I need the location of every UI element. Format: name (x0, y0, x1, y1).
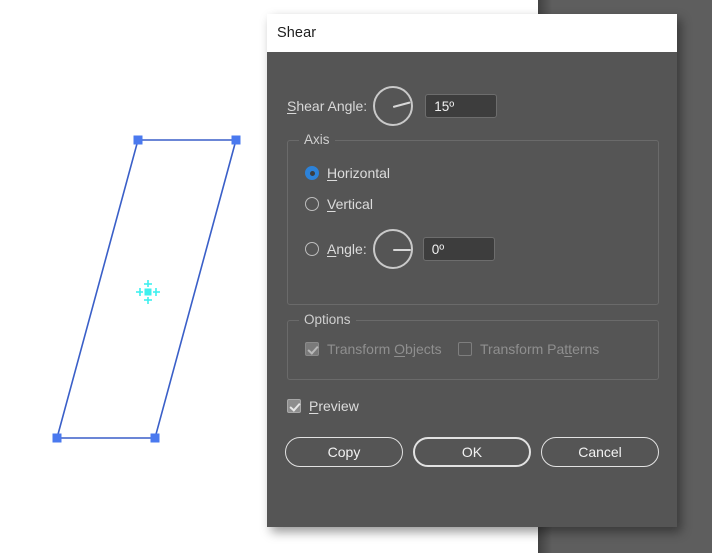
shear-angle-row: Shear Angle: (287, 86, 498, 126)
options-group-legend: Options (299, 312, 356, 327)
axis-angle-dial-needle (392, 249, 411, 251)
shear-dialog: Shear Shear Angle: Axis Horizontal (267, 14, 677, 527)
anchor-handle-2[interactable] (150, 433, 160, 443)
cancel-button[interactable]: Cancel (541, 437, 659, 467)
checkbox-transform-patterns: Transform Patterns (458, 341, 599, 357)
radio-vertical-mnemonic: V (327, 196, 336, 212)
checkbox-preview[interactable]: Preview (287, 398, 359, 414)
checkbox-transform-objects: Transform Objects (305, 341, 442, 357)
transform-objects-mnemonic: O (394, 341, 406, 357)
axis-angle-dial[interactable] (372, 229, 413, 269)
checkbox-transform-objects-indicator (305, 342, 319, 356)
preview-label-rest: review (318, 398, 359, 414)
copy-button[interactable]: Copy (285, 437, 403, 467)
radio-horizontal-mnemonic: H (327, 165, 338, 181)
checkbox-preview-label: Preview (309, 398, 359, 414)
radio-angle-label-rest: ngle: (336, 241, 367, 257)
radio-angle-label: Angle: (327, 241, 367, 257)
radio-horizontal-label-rest: orizontal (337, 165, 391, 181)
shear-angle-dial-needle (392, 101, 411, 108)
checkbox-transform-patterns-label: Transform Patterns (480, 341, 599, 357)
transform-patterns-pre: Transform Pa (480, 341, 565, 357)
transform-patterns-mnemonic: tt (564, 341, 573, 357)
anchor-handle-0[interactable] (133, 135, 143, 145)
checkbox-preview-indicator[interactable] (287, 399, 301, 413)
radio-angle-indicator[interactable] (305, 242, 319, 256)
dialog-titlebar: Shear (267, 14, 677, 52)
checkbox-transform-objects-label: Transform Objects (327, 341, 442, 357)
anchor-handle-3[interactable] (52, 433, 62, 443)
radio-vertical-label-rest: ertical (335, 196, 373, 212)
dialog-button-bar: Copy OK Cancel (285, 437, 659, 467)
transform-patterns-post: erns (572, 341, 600, 357)
axis-groupbox: Axis Horizontal Vertical Angle: 0º (287, 132, 659, 305)
ok-button[interactable]: OK (413, 437, 531, 467)
shear-angle-label-rest: hear Angle: (296, 98, 368, 114)
options-groupbox: Options Transform Objects Transform Patt… (287, 312, 659, 380)
transform-objects-pre: Transform (327, 341, 395, 357)
radio-vertical-indicator[interactable] (305, 197, 319, 211)
radio-horizontal-indicator[interactable] (305, 166, 319, 180)
radio-angle[interactable]: Angle: (305, 229, 495, 269)
axis-group-legend: Axis (299, 132, 335, 147)
radio-vertical-label: Vertical (327, 196, 373, 212)
dialog-body: Shear Angle: Axis Horizontal (267, 52, 677, 527)
axis-angle-input[interactable] (422, 237, 495, 261)
shear-angle-dial[interactable] (373, 86, 414, 126)
dialog-title: Shear (277, 25, 317, 41)
radio-horizontal-label: Horizontal (327, 165, 390, 181)
origin-center-square[interactable] (144, 288, 152, 296)
checkbox-transform-patterns-indicator (458, 342, 472, 356)
transform-objects-post: bjects (405, 341, 442, 357)
radio-horizontal[interactable]: Horizontal (305, 165, 390, 181)
shear-angle-label: Shear Angle: (287, 98, 367, 114)
shear-angle-mnemonic: S (287, 98, 297, 114)
radio-vertical[interactable]: Vertical (305, 196, 373, 212)
radio-angle-mnemonic: A (327, 241, 337, 257)
preview-mnemonic: P (309, 398, 319, 414)
app-root: Shear Shear Angle: Axis Horizontal (0, 0, 712, 553)
shear-angle-input[interactable] (425, 94, 498, 118)
anchor-handle-1[interactable] (231, 135, 241, 145)
